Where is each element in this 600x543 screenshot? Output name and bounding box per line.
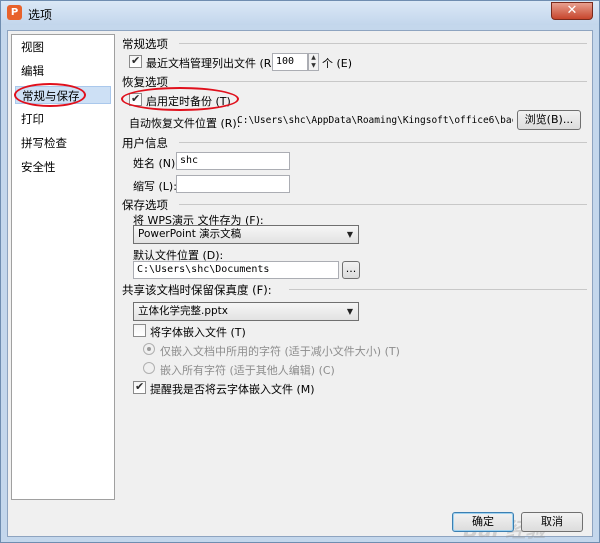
recent-files-checkbox[interactable]: [129, 54, 142, 68]
dropdown-arrow-icon: ▼: [346, 307, 353, 316]
cloud-fonts-label: 提醒我是否将云字体嵌入文件 (M): [150, 383, 315, 396]
category-sidebar: 视图 编辑 常规与保存 打印 拼写检查 安全性: [11, 34, 115, 500]
recent-files-count-input[interactable]: 100: [272, 53, 308, 71]
ok-button[interactable]: 确定: [452, 512, 514, 532]
initials-label: 缩写 (L):: [133, 180, 177, 193]
default-location-browse-button[interactable]: ...: [342, 261, 360, 279]
section-divider: [289, 289, 587, 290]
title-bar[interactable]: P 选项 ✕: [1, 1, 599, 25]
section-divider: [179, 142, 587, 143]
recovery-location-path[interactable]: C:\Users\shc\AppData\Roaming\Kingsoft\of…: [237, 115, 513, 126]
embed-fonts-label: 将字体嵌入文件 (T): [150, 326, 246, 339]
fidelity-file-value: 立体化学完整.pptx: [138, 305, 228, 317]
initials-input[interactable]: [176, 175, 290, 193]
window-title: 选项: [28, 8, 53, 22]
browse-button[interactable]: 浏览(B)...: [517, 110, 581, 130]
embed-all-chars-radio[interactable]: [143, 362, 155, 374]
sidebar-item-security[interactable]: 安全性: [21, 158, 56, 176]
sidebar-item-spell-check[interactable]: 拼写检查: [21, 134, 67, 152]
name-input[interactable]: shc: [176, 152, 290, 170]
embed-fonts-checkbox[interactable]: [133, 324, 146, 337]
save-format-select[interactable]: PowerPoint 演示文稿 ▼: [133, 225, 359, 244]
recent-files-unit: 个 (E): [322, 57, 353, 70]
cloud-fonts-checkbox[interactable]: [133, 380, 146, 394]
options-dialog: P 选项 ✕ 视图 编辑 常规与保存 打印 拼写检查 安全性 常规选项 最近文档…: [0, 0, 600, 543]
section-save-title: 保存选项: [122, 198, 168, 212]
embed-used-chars-label: 仅嵌入文档中所用的字符 (适于减小文件大小) (T): [160, 345, 400, 358]
fidelity-file-select[interactable]: 立体化学完整.pptx ▼: [133, 302, 359, 321]
dropdown-arrow-icon: ▼: [346, 230, 353, 239]
settings-panel: 常规选项 最近文档管理列出文件 (R): 100 ▲▼ 个 (E) 恢复选项 启…: [119, 31, 591, 501]
section-divider: [179, 43, 587, 44]
recovery-location-label: 自动恢复文件位置 (R):: [129, 117, 241, 130]
save-format-value: PowerPoint 演示文稿: [138, 228, 242, 240]
section-general-title: 常规选项: [122, 37, 168, 51]
highlight-annotation-oval: [121, 87, 239, 111]
section-divider: [179, 204, 587, 205]
dialog-client-area: 视图 编辑 常规与保存 打印 拼写检查 安全性 常规选项 最近文档管理列出文件 …: [7, 30, 593, 542]
sidebar-item-edit[interactable]: 编辑: [21, 62, 44, 80]
cancel-button[interactable]: 取消: [521, 512, 583, 532]
recent-files-label: 最近文档管理列出文件 (R):: [146, 57, 280, 70]
wps-presentation-icon: P: [7, 5, 22, 20]
recent-files-spinner[interactable]: ▲ ▼: [308, 53, 319, 71]
sidebar-item-view[interactable]: 视图: [21, 38, 44, 56]
embed-all-chars-label: 嵌入所有字符 (适于其他人编辑) (C): [160, 364, 335, 377]
highlight-annotation-oval: [14, 83, 86, 107]
section-fidelity-title: 共享该文档时保留保真度 (F):: [122, 283, 272, 297]
sidebar-item-print[interactable]: 打印: [21, 110, 44, 128]
name-label: 姓名 (N):: [133, 157, 180, 170]
embed-used-chars-radio[interactable]: [143, 343, 155, 355]
default-location-input[interactable]: C:\Users\shc\Documents: [133, 261, 339, 279]
section-user-info-title: 用户信息: [122, 136, 168, 150]
section-divider: [179, 81, 587, 82]
close-button[interactable]: ✕: [551, 2, 593, 20]
